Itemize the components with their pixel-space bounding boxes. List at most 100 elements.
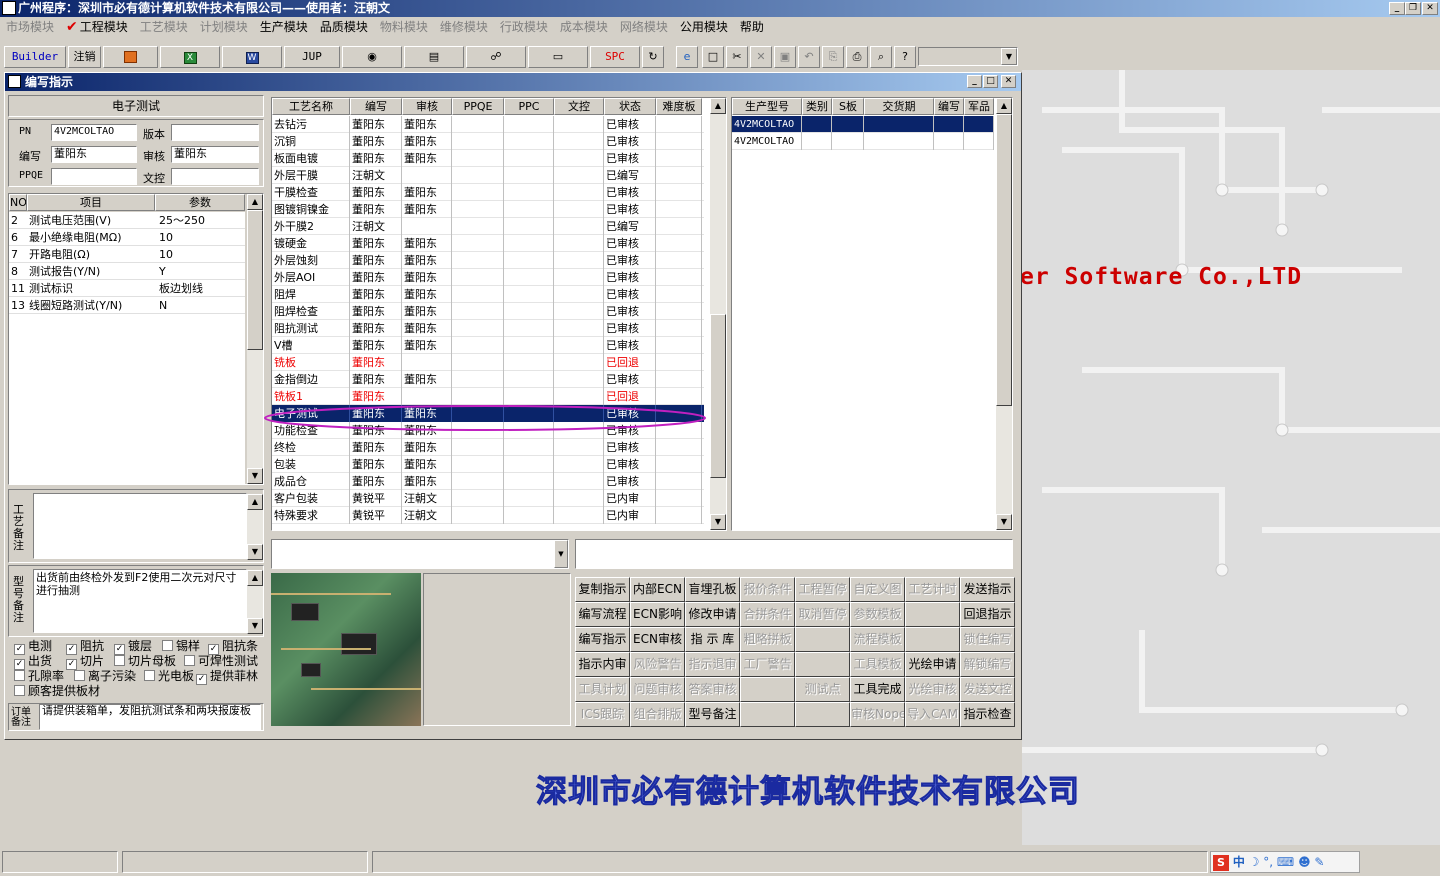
command-button[interactable]: 编写流程: [575, 602, 630, 627]
command-button[interactable]: 风险警告: [630, 652, 685, 677]
model-note-field[interactable]: 出货前由终检外发到F2使用二次元对尺寸进行抽测: [33, 569, 247, 633]
model-header[interactable]: 编写: [934, 98, 964, 115]
scroll-down-icon[interactable]: ▼: [247, 544, 263, 560]
checkbox-option[interactable]: ✓ 出货: [14, 654, 52, 670]
find-icon[interactable]: ⌕: [870, 46, 892, 68]
restore-button[interactable]: ❐: [1405, 2, 1421, 15]
process-row[interactable]: 阻焊检查 董阳东 董阳东 已审核: [272, 303, 704, 320]
scroll-up-icon[interactable]: ▲: [710, 98, 726, 114]
process-scrollbar[interactable]: ▲ ▼: [710, 98, 726, 530]
computer-icon[interactable]: ▭: [528, 46, 588, 68]
command-button[interactable]: 发送文控: [960, 677, 1015, 702]
preview-icon[interactable]: ⎘: [822, 46, 844, 68]
window-minimize-button[interactable]: _: [967, 75, 982, 88]
command-button[interactable]: 测试点: [795, 677, 850, 702]
process-header[interactable]: 文控: [554, 98, 604, 115]
command-button[interactable]: 导入CAM: [905, 702, 960, 727]
eye-icon[interactable]: ◉: [342, 46, 402, 68]
process-combo[interactable]: ▼: [271, 539, 569, 569]
menu-item-0[interactable]: 市场模块: [0, 17, 60, 37]
browser-icon[interactable]: e: [676, 46, 698, 68]
checkbox-icon[interactable]: [162, 640, 173, 651]
checkbox-option[interactable]: 光电板: [144, 669, 194, 683]
excel-icon[interactable]: X: [160, 46, 220, 68]
command-button[interactable]: [905, 627, 960, 652]
process-row[interactable]: 图镀铜镍金 董阳东 董阳东 已审核: [272, 201, 704, 218]
chevron-down-icon[interactable]: ▼: [554, 540, 568, 568]
checkbox-option[interactable]: 锡样: [162, 639, 200, 653]
minimize-button[interactable]: _: [1389, 2, 1405, 15]
version-field[interactable]: [171, 124, 259, 141]
process-row[interactable]: 干膜检查 董阳东 董阳东 已审核: [272, 184, 704, 201]
powerpoint-icon[interactable]: [103, 46, 158, 68]
menu-item-9[interactable]: 成本模块: [554, 17, 614, 37]
process-row[interactable]: 镀硬金 董阳东 董阳东 已审核: [272, 235, 704, 252]
menu-item-6[interactable]: 物料模块: [374, 17, 434, 37]
writer-field[interactable]: 董阳东: [51, 146, 137, 163]
command-button[interactable]: 流程模板: [850, 627, 905, 652]
param-scrollbar[interactable]: ▲ ▼: [247, 194, 263, 484]
command-button[interactable]: 解锁编写: [960, 652, 1015, 677]
menu-item-3[interactable]: 计划模块: [194, 17, 254, 37]
cut-icon[interactable]: ✂: [726, 46, 748, 68]
logout-button[interactable]: 注销: [68, 46, 101, 68]
process-row[interactable]: 金指倒边 董阳东 董阳东 已审核: [272, 371, 704, 388]
checkbox-option[interactable]: ✓ 镀层: [114, 639, 152, 655]
checkbox-option[interactable]: ✓ 阻抗条: [208, 639, 258, 655]
param-row[interactable]: 7 开路电阻(Ω) 10: [9, 246, 245, 263]
command-button[interactable]: [795, 652, 850, 677]
command-button[interactable]: 审核Nope: [850, 702, 905, 727]
process-header[interactable]: 工艺名称: [272, 98, 350, 115]
window-maximize-button[interactable]: □: [983, 75, 998, 88]
command-button[interactable]: 指示内审: [575, 652, 630, 677]
process-header[interactable]: PPC: [504, 98, 554, 115]
model-header[interactable]: 交货期: [864, 98, 934, 115]
checkbox-option[interactable]: 顾客提供板材: [14, 684, 100, 698]
command-button[interactable]: 组合排版: [630, 702, 685, 727]
menu-item-5[interactable]: 品质模块: [314, 17, 374, 37]
command-button[interactable]: 答案审核: [685, 677, 740, 702]
command-button[interactable]: [795, 702, 850, 727]
review-field[interactable]: 董阳东: [171, 146, 259, 163]
command-button[interactable]: ECN影响: [630, 602, 685, 627]
scroll-thumb[interactable]: [247, 210, 263, 350]
command-button[interactable]: 指示检查: [960, 702, 1015, 727]
command-button[interactable]: 工厂警告: [740, 652, 795, 677]
menu-item-2[interactable]: 工艺模块: [134, 17, 194, 37]
checkbox-option[interactable]: ✓ 提供菲林: [196, 669, 258, 685]
new-icon[interactable]: □: [702, 46, 724, 68]
window-close-button[interactable]: ✕: [1001, 75, 1016, 88]
checkbox-option[interactable]: ✓ 切片: [66, 654, 104, 670]
command-button[interactable]: [740, 677, 795, 702]
menu-item-12[interactable]: 帮助: [734, 17, 770, 37]
command-button[interactable]: 指 示 库: [685, 627, 740, 652]
pn-field[interactable]: 4V2MCOLTAO: [51, 124, 137, 141]
process-note-field[interactable]: [33, 493, 247, 559]
command-button[interactable]: 取消暂停: [795, 602, 850, 627]
menu-item-8[interactable]: 行政模块: [494, 17, 554, 37]
process-row[interactable]: 板面电镀 董阳东 董阳东 已审核: [272, 150, 704, 167]
command-button[interactable]: ECN审核: [630, 627, 685, 652]
param-row[interactable]: 2 测试电压范围(V) 25～250: [9, 212, 245, 229]
menu-item-7[interactable]: 维修模块: [434, 17, 494, 37]
scroll-down-icon[interactable]: ▼: [247, 468, 263, 484]
menu-item-4[interactable]: 生产模块: [254, 17, 314, 37]
checkbox-icon[interactable]: [74, 670, 85, 681]
checkbox-option[interactable]: 切片母板: [114, 654, 176, 668]
command-button[interactable]: 复制指示: [575, 577, 630, 602]
command-button[interactable]: 内部ECN: [630, 577, 685, 602]
checkbox-option[interactable]: 离子污染: [74, 669, 136, 683]
instruction-text-box[interactable]: [575, 539, 1013, 569]
checkbox-option[interactable]: 可焊性测试: [184, 654, 258, 668]
model-row[interactable]: 4V2MCOLTAO: [732, 133, 994, 150]
checkbox-icon[interactable]: [114, 655, 125, 666]
checkbox-icon[interactable]: [144, 670, 155, 681]
ppqe-field[interactable]: [51, 168, 137, 185]
scroll-down-icon[interactable]: ▼: [710, 514, 726, 530]
database-icon[interactable]: ▤: [404, 46, 464, 68]
jup-button[interactable]: JUP: [284, 46, 340, 68]
process-header[interactable]: PPQE: [452, 98, 504, 115]
process-row[interactable]: V槽 董阳东 董阳东 已审核: [272, 337, 704, 354]
checkbox-icon[interactable]: ✓: [196, 674, 207, 685]
scroll-thumb[interactable]: [996, 114, 1012, 406]
